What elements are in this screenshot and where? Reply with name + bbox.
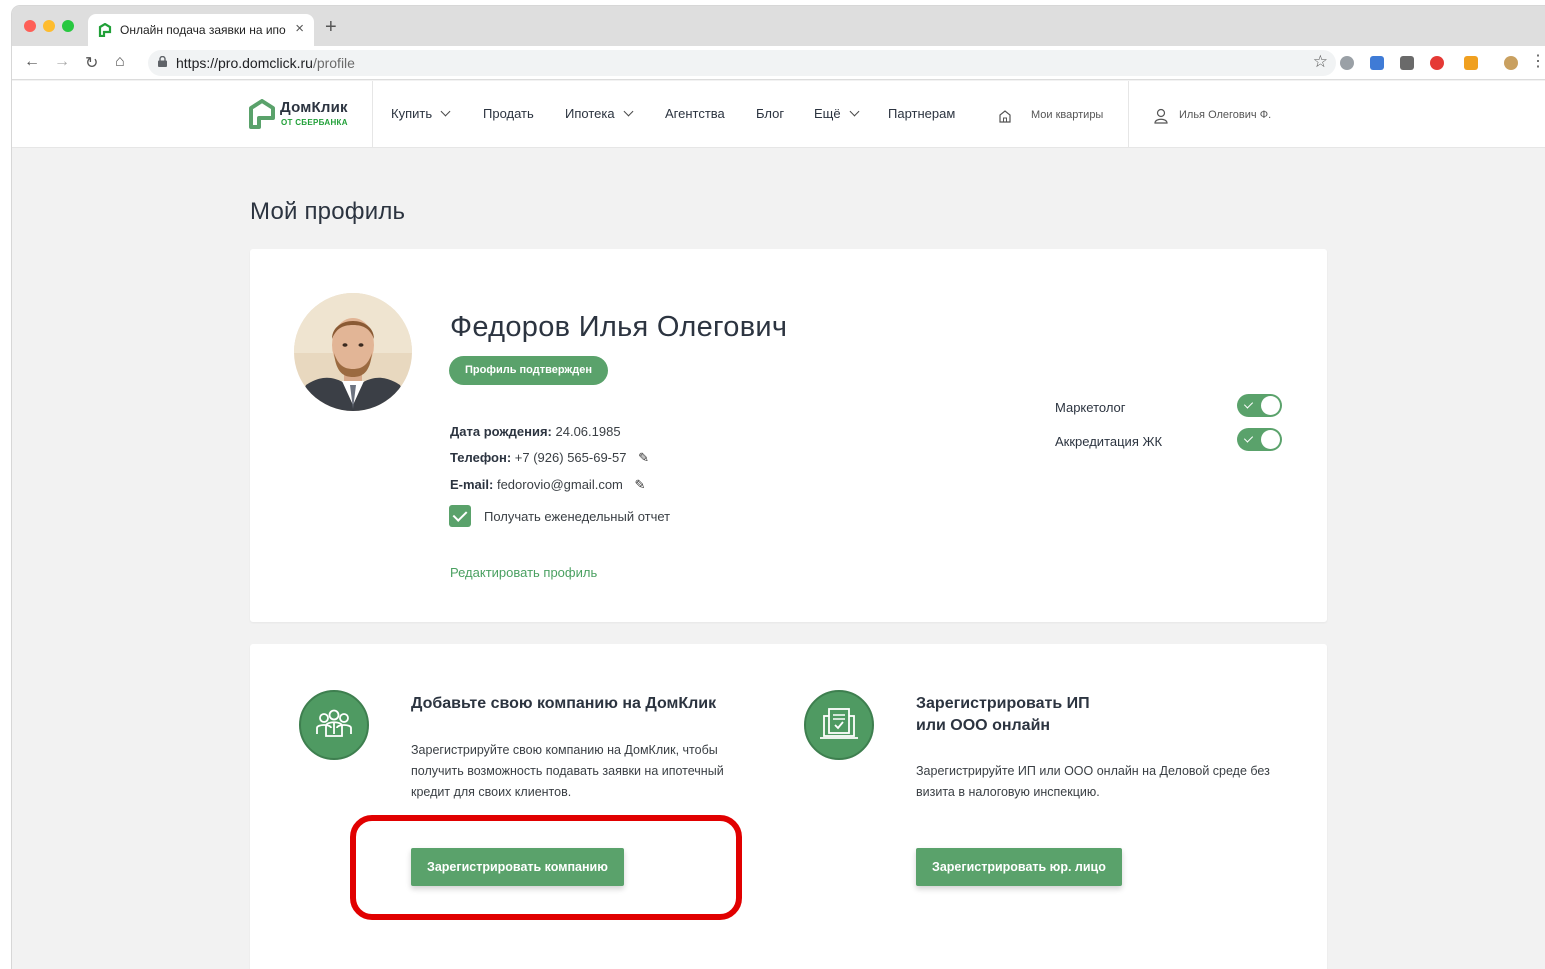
lock-icon xyxy=(158,56,167,67)
user-icon xyxy=(1154,108,1168,124)
check-icon xyxy=(1243,433,1254,443)
profile-avatar-icon[interactable] xyxy=(1504,56,1518,70)
menu-item-buy-label: Купить xyxy=(391,106,433,121)
header-divider xyxy=(1128,81,1129,148)
email-label: E-mail: xyxy=(450,477,494,492)
highlight-annotation xyxy=(350,815,742,920)
extension-icon-5[interactable] xyxy=(1464,56,1478,70)
ip-block-title-line2: или ООО онлайн xyxy=(916,717,1051,734)
company-block-title: Добавьте свою компанию на ДомКлик xyxy=(411,695,717,712)
domclick-logo[interactable]: ДомКлик ОТ СБЕРБАНКА xyxy=(248,97,358,131)
browser-window: Онлайн подача заявки на ипо × + ← → ↻ ⌂ … xyxy=(12,6,1545,969)
extension-icon-4[interactable] xyxy=(1430,56,1444,70)
register-legal-entity-button[interactable]: Зарегистрировать юр. лицо xyxy=(916,848,1122,886)
header-divider xyxy=(372,81,373,148)
bookmark-star-icon[interactable]: ☆ xyxy=(1313,52,1328,72)
avatar xyxy=(294,293,412,411)
profile-card: Федоров Илья Олегович Профиль подтвержде… xyxy=(250,249,1327,622)
menu-item-buy[interactable]: Купить xyxy=(391,106,451,121)
weekly-report-checkbox[interactable] xyxy=(449,505,471,527)
home-icon[interactable]: ⌂ xyxy=(115,53,125,71)
minimize-window-button[interactable] xyxy=(43,20,55,32)
marketer-toggle-label: Маркетолог xyxy=(1055,400,1126,415)
accreditation-toggle-label: Аккредитация ЖК xyxy=(1055,434,1163,449)
menu-item-sell[interactable]: Продать xyxy=(483,106,534,121)
ip-block-title: Зарегистрировать ИП или ООО онлайн xyxy=(916,693,1090,737)
edit-phone-pencil-icon[interactable]: ✎ xyxy=(638,450,649,466)
toggle-knob xyxy=(1261,396,1280,415)
edit-email-pencil-icon[interactable]: ✎ xyxy=(635,477,646,493)
logo-sub-text: ОТ СБЕРБАНКА xyxy=(281,118,348,127)
menu-item-mortgage-label: Ипотека xyxy=(565,106,615,121)
profile-full-name: Федоров Илья Олегович xyxy=(450,311,788,343)
house-logo-icon xyxy=(249,99,275,129)
ip-circle xyxy=(804,690,874,760)
company-block-text: Зарегистрируйте свою компанию на ДомКлик… xyxy=(411,743,724,799)
extension-icon-1[interactable] xyxy=(1340,56,1354,70)
tab-close-icon[interactable]: × xyxy=(295,20,304,37)
url-text: https://pro.domclick.ru/profile xyxy=(176,55,355,71)
phone-value: +7 (926) 565-69-57 xyxy=(514,450,627,465)
document-check-icon xyxy=(820,708,858,739)
ip-block-title-line1: Зарегистрировать ИП xyxy=(916,695,1090,712)
phone-row: Телефон: +7 (926) 565-69-57 ✎ xyxy=(450,450,649,466)
tab-title: Онлайн подача заявки на ипо xyxy=(120,23,286,37)
phone-label: Телефон: xyxy=(450,450,512,465)
new-tab-button[interactable]: + xyxy=(325,16,337,39)
extension-icon-2[interactable] xyxy=(1370,56,1384,70)
menu-item-mortgage[interactable]: Ипотека xyxy=(565,106,634,121)
chevron-down-icon xyxy=(849,106,860,117)
close-window-button[interactable] xyxy=(24,20,36,32)
address-bar[interactable]: https://pro.domclick.ru/profile ☆ xyxy=(148,50,1336,76)
birth-date-row: Дата рождения: 24.06.1985 xyxy=(450,424,621,439)
email-row: E-mail: fedorovio@gmail.com ✎ xyxy=(450,477,645,493)
menu-item-more-label: Ещё xyxy=(814,106,841,121)
browser-menu-icon[interactable]: ⋮ xyxy=(1530,51,1545,71)
birth-date-label: Дата рождения: xyxy=(450,424,552,439)
browser-toolbar: ← → ↻ ⌂ https://pro.domclick.ru/profile … xyxy=(12,46,1545,80)
chevron-down-icon xyxy=(440,106,451,117)
site-header: ДомКлик ОТ СБЕРБАНКА Купить Продать Ипот… xyxy=(12,81,1545,148)
tab-strip: Онлайн подача заявки на ипо × + xyxy=(12,6,1545,46)
maximize-window-button[interactable] xyxy=(62,20,74,32)
edit-profile-link[interactable]: Редактировать профиль xyxy=(450,565,597,580)
weekly-report-label: Получать еженедельный отчет xyxy=(484,509,671,524)
check-icon xyxy=(1243,399,1254,409)
menu-item-blog[interactable]: Блог xyxy=(756,106,784,121)
page-title: Мой профиль xyxy=(250,198,406,225)
marketer-toggle[interactable] xyxy=(1237,394,1282,417)
company-circle xyxy=(299,690,369,760)
email-value: fedorovio@gmail.com xyxy=(496,477,623,492)
birth-date-value: 24.06.1985 xyxy=(555,424,621,439)
logo-main-text: ДомКлик xyxy=(280,99,348,116)
url-path: /profile xyxy=(312,55,355,71)
menu-item-partners[interactable]: Партнерам xyxy=(888,106,955,121)
forward-arrow-icon[interactable]: → xyxy=(54,53,70,71)
back-arrow-icon[interactable]: ← xyxy=(24,53,40,71)
browser-tab[interactable]: Онлайн подача заявки на ипо × xyxy=(88,14,314,46)
house-icon xyxy=(999,110,1011,123)
registration-card: Добавьте свою компанию на ДомКлик Зареги… xyxy=(250,644,1327,969)
chevron-down-icon xyxy=(623,106,634,117)
menu-item-agencies[interactable]: Агентства xyxy=(665,106,725,121)
status-badge: Профиль подтвержден xyxy=(449,356,608,385)
toggle-knob xyxy=(1261,430,1280,449)
domclick-favicon-icon xyxy=(98,23,112,37)
accreditation-toggle[interactable] xyxy=(1237,428,1282,451)
reload-icon[interactable]: ↻ xyxy=(85,53,98,73)
ip-block-text: Зарегистрируйте ИП или ООО онлайн на Дел… xyxy=(916,764,1270,799)
my-apartments-link[interactable]: Мои квартиры xyxy=(1031,109,1103,121)
url-host: https://pro.domclick.ru xyxy=(176,55,313,71)
menu-item-more[interactable]: Ещё xyxy=(814,106,860,121)
user-menu-link[interactable]: Илья Олегович Ф. xyxy=(1179,109,1271,121)
team-icon xyxy=(316,709,352,737)
extension-icon-3[interactable] xyxy=(1400,56,1414,70)
